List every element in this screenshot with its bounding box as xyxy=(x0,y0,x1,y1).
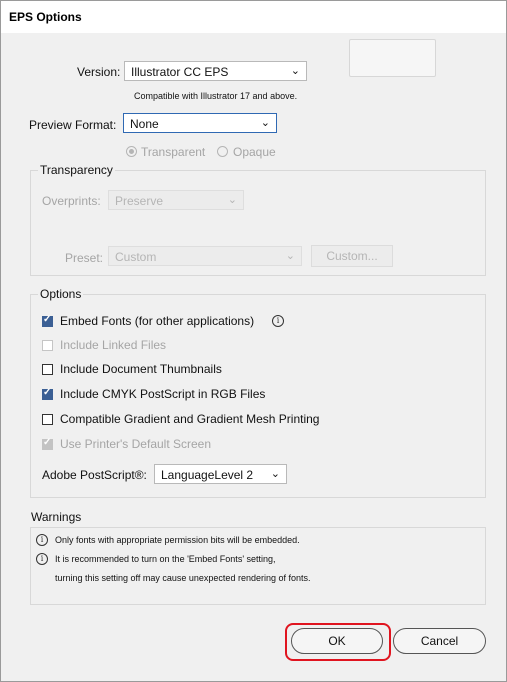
chevron-down-icon: ⌄ xyxy=(227,194,237,206)
warnings-title: Warnings xyxy=(31,510,82,524)
embed-fonts-label: Embed Fonts (for other applications) xyxy=(60,314,255,328)
chevron-down-icon: ⌄ xyxy=(290,65,300,77)
warning-line-3: turning this setting off may cause unexp… xyxy=(55,573,311,583)
info-icon: i xyxy=(36,534,48,546)
cancel-button[interactable]: Cancel xyxy=(393,628,486,654)
version-select[interactable]: Illustrator CC EPS ⌄ xyxy=(124,61,307,81)
include-linked-files-label: Include Linked Files xyxy=(60,338,167,352)
postscript-level-select[interactable]: LanguageLevel 2 ⌄ xyxy=(154,464,287,484)
overprints-value: Preserve xyxy=(115,194,164,208)
ok-button[interactable]: OK xyxy=(291,628,383,654)
preset-label: Preset: xyxy=(65,251,104,265)
overprints-label: Overprints: xyxy=(42,194,101,208)
transparent-label: Transparent xyxy=(141,145,206,159)
compatible-gradient-label: Compatible Gradient and Gradient Mesh Pr… xyxy=(60,412,320,426)
chevron-down-icon: ⌄ xyxy=(270,468,280,480)
info-icon[interactable]: i xyxy=(272,315,284,327)
title-bar: EPS Options xyxy=(1,1,506,33)
opaque-radio[interactable] xyxy=(217,146,228,157)
include-thumbnails-checkbox[interactable] xyxy=(42,364,53,375)
printer-default-screen-label: Use Printer's Default Screen xyxy=(60,437,212,451)
compatible-gradient-checkbox[interactable] xyxy=(42,414,53,425)
include-linked-files-checkbox[interactable] xyxy=(42,340,53,351)
printer-default-screen-checkbox[interactable] xyxy=(42,437,53,450)
chevron-down-icon: ⌄ xyxy=(260,117,270,129)
warning-line-1: Only fonts with appropriate permission b… xyxy=(55,535,300,545)
postscript-label: Adobe PostScript®: xyxy=(42,468,147,482)
warning-line-2: It is recommended to turn on the 'Embed … xyxy=(55,554,276,564)
preview-format-select[interactable]: None ⌄ xyxy=(123,113,277,133)
postscript-level-value: LanguageLevel 2 xyxy=(161,468,254,482)
chevron-down-icon: ⌄ xyxy=(285,250,295,262)
include-cmyk-checkbox[interactable] xyxy=(42,387,53,400)
version-label: Version: xyxy=(77,65,121,79)
include-thumbnails-label: Include Document Thumbnails xyxy=(60,362,222,376)
preset-select[interactable]: Custom ⌄ xyxy=(108,246,302,266)
opaque-label: Opaque xyxy=(233,145,276,159)
preview-thumbnail-placeholder xyxy=(349,39,436,77)
transparent-radio[interactable] xyxy=(126,146,137,157)
eps-options-dialog: EPS Options Version: Illustrator CC EPS … xyxy=(0,0,507,682)
preset-value: Custom xyxy=(115,250,157,264)
embed-fonts-checkbox[interactable] xyxy=(42,314,53,327)
info-icon: i xyxy=(36,553,48,565)
version-value: Illustrator CC EPS xyxy=(131,65,229,79)
dialog-title: EPS Options xyxy=(9,10,82,24)
preview-format-value: None xyxy=(130,117,159,131)
transparency-title: Transparency xyxy=(38,163,115,177)
options-title: Options xyxy=(38,287,84,301)
preview-format-label: Preview Format: xyxy=(29,118,117,132)
overprints-select[interactable]: Preserve ⌄ xyxy=(108,190,244,210)
custom-preset-button[interactable]: Custom... xyxy=(311,245,393,267)
include-cmyk-label: Include CMYK PostScript in RGB Files xyxy=(60,387,266,401)
version-compat-note: Compatible with Illustrator 17 and above… xyxy=(134,91,298,101)
